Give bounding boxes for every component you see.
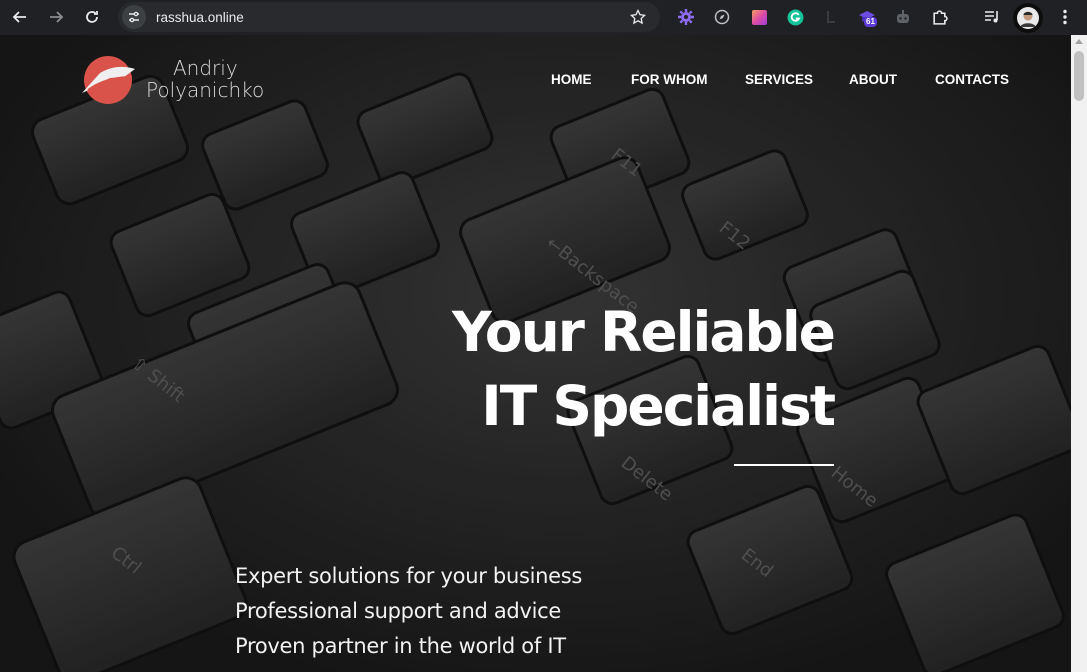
back-button[interactable] [6,3,34,31]
logo-text: Andriy Polyanichko [146,57,264,101]
browser-toolbar: rasshua.online 61 [0,0,1087,35]
robot-extension-icon[interactable] [894,8,912,26]
scroll-up-arrow-icon[interactable] [1075,39,1083,44]
grammarly-extension-icon[interactable] [786,8,804,26]
tagline-item: Expert solutions for your business [235,564,583,588]
gradient-extension-icon[interactable] [750,8,768,26]
nav-home[interactable]: HOME [551,72,592,87]
bookmark-star-icon[interactable] [630,9,646,25]
compass-extension-icon[interactable] [713,8,731,26]
tagline-item: Professional support and advice [235,599,561,623]
page-scrollbar[interactable] [1071,35,1087,672]
site-info-icon [129,11,139,23]
logo-line2: Polyanichko [146,78,265,102]
url-text[interactable]: rasshua.online [156,10,244,25]
nav-contacts[interactable]: CONTACTS [935,72,1009,87]
site-logo[interactable]: Andriy Polyanichko [80,55,280,107]
back-icon [12,11,26,23]
forward-button[interactable] [42,3,70,31]
profile-avatar[interactable] [1013,3,1043,33]
hero-taglines: Expert solutions for your business Profe… [235,559,582,664]
logo-line1: Andriy [173,56,238,80]
media-control-icon[interactable] [983,8,1001,26]
hero-title: Your Reliable IT Specialist [452,295,836,443]
kebab-menu-icon[interactable] [1056,8,1074,26]
reload-icon [86,11,98,23]
extension-badge: 61 [864,17,877,27]
nav-for-whom[interactable]: FOR WHOM [631,72,708,87]
address-bar[interactable]: rasshua.online [118,2,660,32]
forward-icon [50,11,64,23]
nav-about[interactable]: ABOUT [849,72,897,87]
reload-button[interactable] [78,3,106,31]
hero-title-line2: IT Specialist [481,374,836,438]
page-viewport: ←Backspace F11 F12 Delete Home End ⇧ Shi… [0,35,1071,672]
tagline-item: Proven partner in the world of IT [235,634,566,658]
site-info-button[interactable] [122,5,146,29]
logo-mark-icon [82,56,135,104]
hero-title-line1: Your Reliable [452,300,836,364]
scroll-thumb[interactable] [1074,51,1084,101]
dark-extension-icon[interactable] [822,8,840,26]
hero-divider [734,464,834,466]
puzzle-extensions-icon[interactable] [930,8,948,26]
gear-extension-icon[interactable] [677,8,695,26]
nav-services[interactable]: SERVICES [745,72,813,87]
